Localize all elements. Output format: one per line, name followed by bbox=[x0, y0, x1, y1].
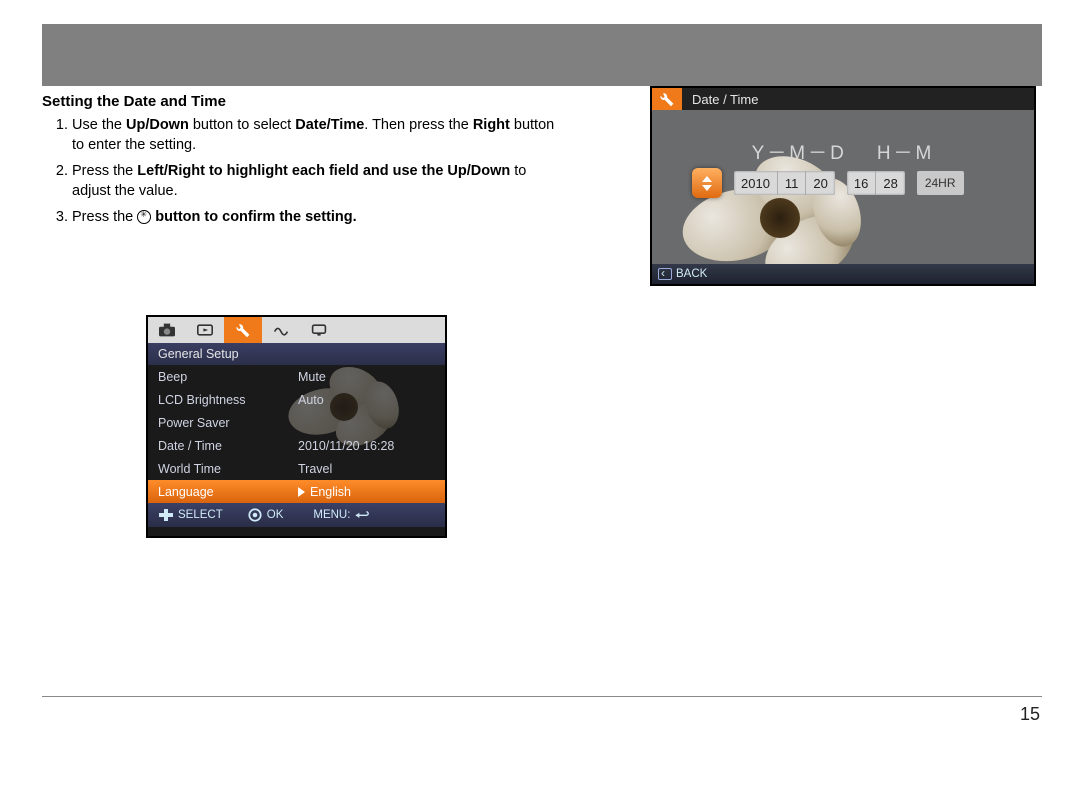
bold-text: Up/Down bbox=[126, 117, 189, 133]
caret-right-icon bbox=[298, 487, 305, 497]
content-area: Setting the Date and Time Use the Up/Dow… bbox=[42, 86, 1042, 228]
back-icon[interactable] bbox=[658, 268, 672, 280]
instruction-list: Use the Up/Down button to select Date/Ti… bbox=[42, 116, 562, 228]
tab-playback-icon[interactable] bbox=[186, 317, 224, 343]
format-hm: H－M bbox=[877, 143, 935, 164]
datetime-format-labels: Y－M－D H－M bbox=[652, 138, 1034, 165]
tab-display-icon[interactable] bbox=[300, 317, 338, 343]
menu-row-world-time[interactable]: World Time Travel bbox=[148, 457, 445, 480]
time-group: 16 28 bbox=[847, 171, 905, 195]
text: Press the bbox=[72, 163, 137, 179]
datetime-title: Date / Time bbox=[692, 92, 758, 107]
menu-value: Mute bbox=[298, 370, 326, 384]
datetime-title-row: Date / Time bbox=[652, 88, 1034, 110]
bold-text: Left/Right to highlight each field and u… bbox=[137, 163, 510, 179]
setup-title: General Setup bbox=[148, 343, 445, 365]
menu-row-beep[interactable]: Beep Mute bbox=[148, 365, 445, 388]
menu-row-lcd-brightness[interactable]: LCD Brightness Auto bbox=[148, 388, 445, 411]
menu-value: 2010/11/20 16:28 bbox=[298, 439, 394, 453]
wrench-icon bbox=[652, 88, 682, 110]
menu-label: World Time bbox=[148, 462, 298, 476]
menu-row-date-time[interactable]: Date / Time 2010/11/20 16:28 bbox=[148, 434, 445, 457]
menu-label: Beep bbox=[148, 370, 298, 384]
page-number: 15 bbox=[1020, 704, 1040, 725]
tab-camera-icon[interactable] bbox=[148, 317, 186, 343]
setup-tab-row bbox=[148, 317, 445, 343]
footer-rule bbox=[42, 696, 1042, 697]
menu-row-language[interactable]: Language English bbox=[148, 480, 445, 503]
day-field[interactable]: 20 bbox=[806, 171, 834, 195]
minute-field[interactable]: 28 bbox=[876, 171, 904, 195]
menu-label: Language bbox=[148, 485, 298, 499]
bold-text: button to confirm the setting. bbox=[151, 209, 356, 225]
menu-row-power-saver[interactable]: Power Saver bbox=[148, 411, 445, 434]
confirm-button-icon bbox=[137, 210, 151, 224]
tab-wrench-icon[interactable] bbox=[224, 317, 262, 343]
instruction-item: Press the button to confirm the setting. bbox=[72, 208, 562, 228]
updown-arrow-icon[interactable] bbox=[692, 168, 722, 198]
text: button to select bbox=[189, 117, 295, 133]
text: Use the bbox=[72, 117, 126, 133]
menu-value: Travel bbox=[298, 462, 332, 476]
year-field[interactable]: 2010 bbox=[734, 171, 778, 195]
page-frame: Setting the Date and Time Use the Up/Dow… bbox=[42, 24, 1042, 738]
menu-value: English bbox=[298, 485, 351, 499]
header-strip bbox=[42, 24, 1042, 86]
instruction-item: Press the Left/Right to highlight each f… bbox=[72, 162, 562, 201]
text: Press the bbox=[72, 209, 137, 225]
bold-text: Date/Time bbox=[295, 117, 364, 133]
lcd-general-setup: General Setup Beep Mute LCD Brightness A… bbox=[146, 315, 447, 538]
menu-value-text: English bbox=[310, 485, 351, 499]
datetime-back-row: BACK bbox=[652, 264, 1034, 284]
back-label: BACK bbox=[676, 268, 707, 280]
menu-label: LCD Brightness bbox=[148, 393, 298, 407]
menu-value: Auto bbox=[298, 393, 324, 407]
setup-menu-rows: Beep Mute LCD Brightness Auto Power Save… bbox=[148, 365, 445, 503]
tab-connection-icon[interactable] bbox=[262, 317, 300, 343]
bold-text: Right bbox=[473, 117, 510, 133]
datetime-fields: 2010 11 20 16 28 24HR bbox=[692, 168, 964, 198]
month-field[interactable]: 11 bbox=[778, 171, 807, 195]
text: . Then press the bbox=[364, 117, 473, 133]
datetime-body: Y－M－D H－M 2010 11 20 16 28 24HR bbox=[652, 110, 1034, 284]
hour-mode-field[interactable]: 24HR bbox=[917, 171, 964, 195]
date-group: 2010 11 20 bbox=[734, 171, 835, 195]
lcd-date-time: Date / Time Y－M－D H－M 2010 bbox=[650, 86, 1036, 286]
menu-label: Power Saver bbox=[148, 416, 298, 430]
hour-field[interactable]: 16 bbox=[847, 171, 876, 195]
menu-label: Date / Time bbox=[148, 439, 298, 453]
format-ymd: Y－M－D bbox=[752, 143, 847, 164]
instruction-item: Use the Up/Down button to select Date/Ti… bbox=[72, 116, 562, 155]
